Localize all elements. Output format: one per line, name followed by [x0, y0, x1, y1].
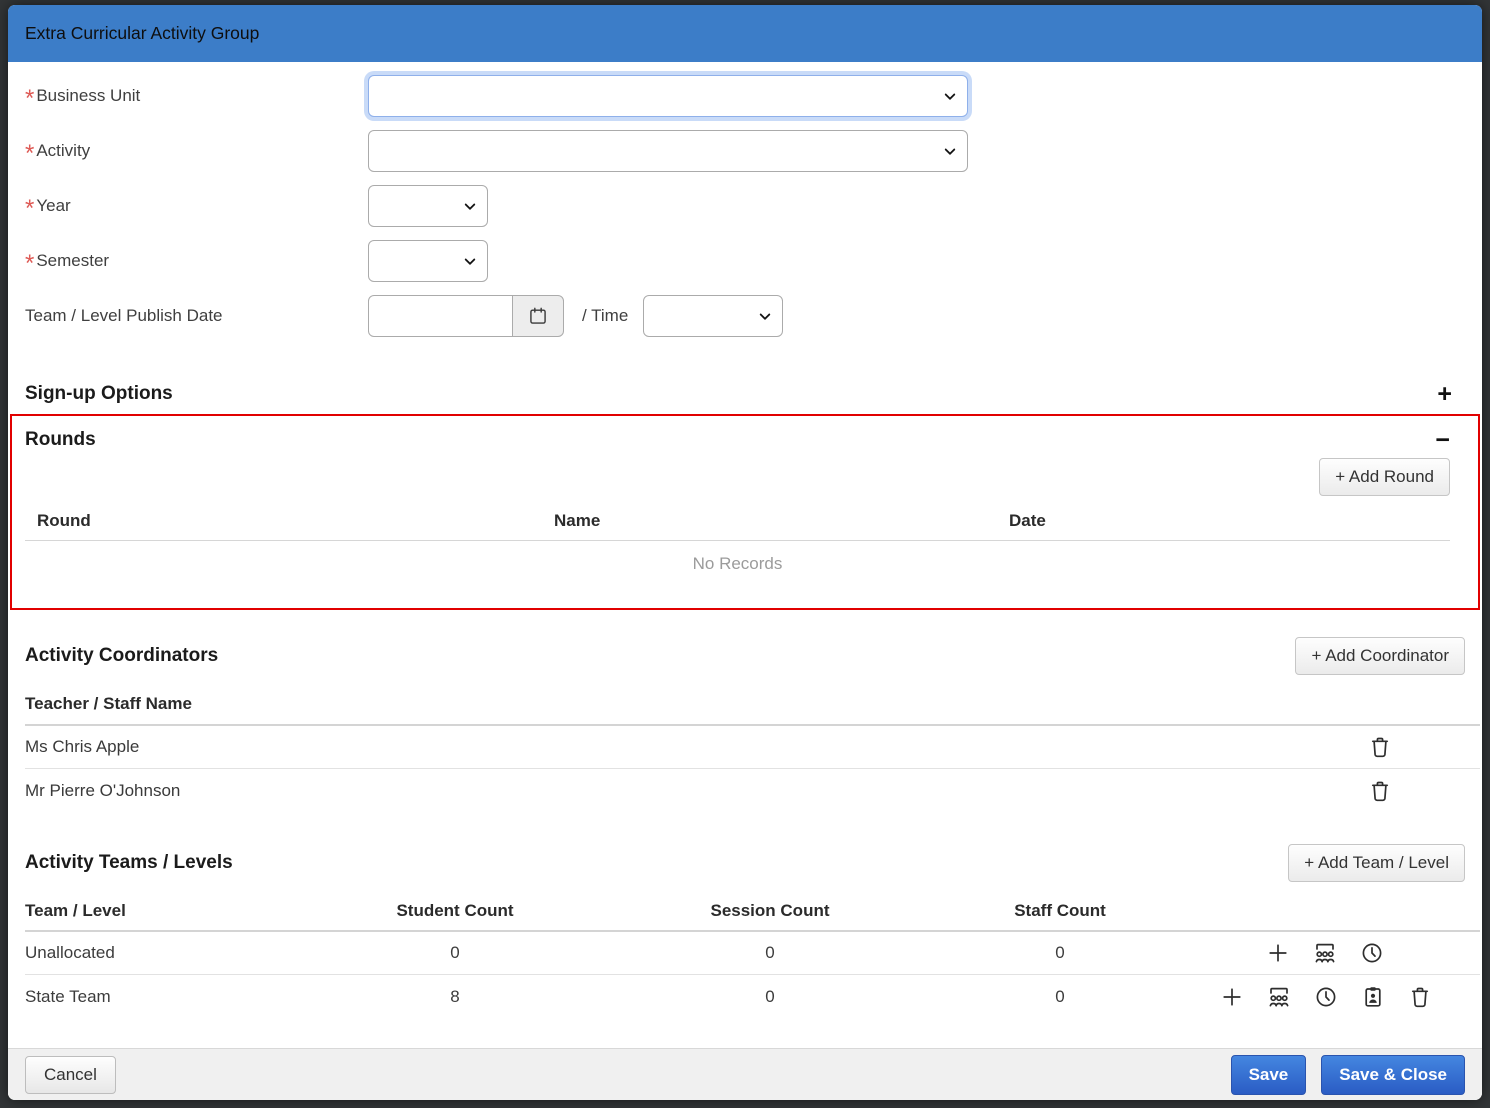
footer-actions: Save Save & Close [1230, 1054, 1465, 1095]
modal-title: Extra Curricular Activity Group [25, 23, 260, 43]
form-area: * Business Unit * Activity * Year * Seme… [8, 62, 1482, 337]
coordinator-actions [1280, 779, 1480, 803]
required-asterisk: * [25, 140, 35, 167]
signup-options-section-header: Sign-up Options + [25, 382, 1452, 407]
year-row: * Year [25, 185, 1465, 227]
team-actions [1165, 941, 1480, 965]
save-button[interactable]: Save [1230, 1054, 1307, 1095]
rounds-empty-state: No Records [692, 554, 783, 573]
semester-select[interactable] [368, 240, 488, 282]
modal-body: * Business Unit * Activity * Year * Seme… [8, 62, 1482, 1048]
modal-footer: Cancel Save Save & Close [8, 1048, 1482, 1100]
clock-icon[interactable] [1360, 941, 1384, 965]
business-unit-row: * Business Unit [25, 75, 1465, 117]
rounds-collapse-toggle minus-icon[interactable]: − [1435, 428, 1450, 453]
calendar-icon [530, 307, 546, 324]
coordinator-row: Ms Chris Apple [25, 726, 1480, 769]
activity-select[interactable] [368, 130, 968, 172]
coordinator-name: Ms Chris Apple [25, 737, 140, 756]
add-round-button[interactable]: + Add Round [1319, 458, 1450, 496]
team-session-count: 0 [765, 943, 775, 962]
add-team-level-button[interactable]: + Add Team / Level [1288, 844, 1465, 882]
signup-options-expand-toggle plus-icon[interactable]: + [1437, 382, 1452, 407]
rounds-col-date: Date [1009, 511, 1046, 530]
group-icon[interactable] [1313, 941, 1337, 965]
clock-icon[interactable] [1314, 985, 1338, 1009]
trash-icon[interactable] [1368, 779, 1392, 803]
signup-options-title: Sign-up Options [25, 383, 173, 404]
team-row: Unallocated 0 0 0 [25, 932, 1480, 975]
rounds-toolbar: + Add Round [25, 458, 1450, 496]
semester-row: * Semester [25, 240, 1465, 282]
coordinator-row: Mr Pierre O'Johnson [25, 769, 1480, 812]
required-asterisk: * [25, 85, 35, 112]
required-asterisk: * [25, 195, 35, 222]
plus-icon[interactable] [1220, 985, 1244, 1009]
teams-section-header: Activity Teams / Levels + Add Team / Lev… [25, 844, 1465, 882]
add-coordinator-button[interactable]: + Add Coordinator [1295, 637, 1465, 675]
rounds-section-header: Rounds − [25, 428, 1450, 453]
team-name: Unallocated [25, 943, 115, 962]
business-unit-label: * Business Unit [25, 85, 141, 112]
plus-icon[interactable] [1266, 941, 1290, 965]
coordinator-actions [1280, 735, 1480, 759]
coordinators-section-header: Activity Coordinators + Add Coordinator [25, 637, 1465, 675]
team-name: State Team [25, 986, 111, 1006]
clipboard-person-icon[interactable] [1361, 985, 1385, 1009]
business-unit-select-wrap [368, 75, 968, 117]
trash-icon[interactable] [1368, 735, 1392, 759]
year-label: * Year [25, 195, 71, 222]
date-picker-button[interactable] [512, 295, 564, 337]
team-actions [1165, 985, 1480, 1009]
teams-col-staff-count: Staff Count [1014, 901, 1106, 920]
teams-col-student-count: Student Count [396, 901, 514, 920]
rounds-title: Rounds [25, 429, 96, 450]
save-and-close-button[interactable]: Save & Close [1321, 1054, 1465, 1095]
activity-label: * Activity [25, 140, 91, 167]
team-student-count: 0 [450, 943, 460, 962]
year-select[interactable] [368, 185, 488, 227]
group-icon[interactable] [1267, 985, 1291, 1009]
rounds-col-name: Name [554, 511, 601, 530]
required-asterisk: * [25, 250, 35, 277]
team-staff-count: 0 [1055, 943, 1065, 962]
rounds-table-header: Round Name Date [25, 511, 1450, 531]
team-row: State Team 8 0 0 [25, 975, 1480, 1018]
teams-col-team-level: Team / Level [25, 901, 126, 920]
cancel-button[interactable]: Cancel [25, 1055, 116, 1094]
coordinators-column-header: Teacher / Staff Name [25, 694, 192, 713]
teams-col-session-count: Session Count [710, 901, 830, 920]
activity-row: * Activity [25, 130, 1465, 172]
publish-date-row: Team / Level Publish Date / Time [25, 295, 1465, 337]
trash-icon[interactable] [1408, 985, 1432, 1009]
team-staff-count: 0 [1055, 986, 1065, 1006]
rounds-section-highlighted: Rounds − + Add Round Round Name Date No … [10, 414, 1480, 610]
coordinator-name: Mr Pierre O'Johnson [25, 780, 181, 800]
publish-date-group: / Time [368, 295, 784, 337]
teams-title: Activity Teams / Levels [25, 852, 233, 873]
publish-date-label: Team / Level Publish Date [25, 306, 223, 325]
publish-date-input[interactable] [368, 295, 513, 337]
extra-curricular-activity-group-modal: Extra Curricular Activity Group * Busine… [8, 5, 1482, 1100]
year-select-wrap [368, 185, 488, 227]
rounds-col-round: Round [37, 511, 91, 530]
teams-table-header: Team / Level Student Count Session Count… [25, 901, 1480, 921]
time-label: / Time [582, 306, 629, 325]
semester-select-wrap [368, 240, 488, 282]
team-session-count: 0 [765, 986, 775, 1006]
team-student-count: 8 [450, 986, 460, 1006]
semester-label: * Semester [25, 250, 110, 277]
coordinators-title: Activity Coordinators [25, 645, 219, 666]
activity-select-wrap [368, 130, 968, 172]
modal-header: Extra Curricular Activity Group [8, 5, 1482, 62]
business-unit-select[interactable] [368, 75, 968, 117]
time-select[interactable] [643, 295, 784, 337]
time-select-wrap [643, 295, 784, 337]
